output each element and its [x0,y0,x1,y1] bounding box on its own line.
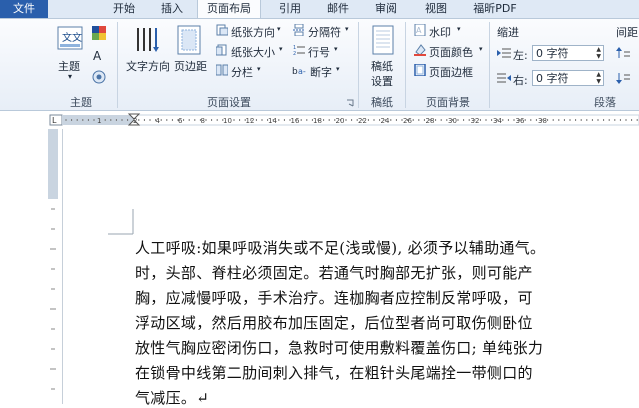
document-text-line[interactable]: 时，头部、脊柱必须固定。若通气时胸部无扩张，则可能产 [135,262,533,283]
margins-icon[interactable] [177,25,201,55]
group-separator [489,22,490,108]
ruler-number: 8 [201,117,205,125]
page-borders-label[interactable]: 页面边框 [429,64,473,80]
svg-text:L: L [52,116,57,125]
group-separator [358,22,359,108]
indent-right-label: 右: [513,74,528,87]
manuscript-label-line1[interactable]: 稿纸 [371,58,393,74]
vertical-ruler[interactable] [44,129,63,404]
orientation-dropdown-arrow[interactable]: ▾ [277,25,281,33]
indent-left-spinner-icon[interactable]: ▲ ▼ [596,46,601,60]
orientation-label[interactable]: 纸张方向 [231,24,275,40]
svg-text:文文: 文文 [62,31,82,44]
indent-right-input[interactable]: 0 字符 ▲ ▼ [532,70,604,86]
page-color-dropdown-arrow[interactable]: ▾ [479,45,483,53]
document-text-line[interactable]: 放性气胸应密闭伤口，急救时可使用敷料覆盖伤口; 单纯张力 [135,337,543,358]
ribbon-tab-bar: 文件 开始 插入 页面布局 引用 邮件 审阅 视图 福昕PDF [0,0,639,19]
watermark-icon[interactable]: A [414,23,426,37]
document-text-line[interactable]: 浮动区域，然后用胶布加压固定，后位型者尚可取伤侧卧位 [135,312,533,333]
breaks-dropdown-arrow[interactable]: ▾ [345,25,349,33]
breaks-label[interactable]: 分隔符 [308,24,341,40]
document-text-line[interactable]: 气减压。↵ [135,387,209,408]
themes-dropdown-arrow[interactable]: ▾ [68,72,72,81]
manuscript-paper-icon[interactable] [372,25,394,55]
page-size-label[interactable]: 纸张大小 [231,44,275,60]
ruler-number: 4 [156,117,161,125]
ruler-number: 2 [133,117,137,125]
spacing-after-icon [616,72,630,84]
margins-label[interactable]: 页边距 [174,58,207,74]
watermark-dropdown-arrow[interactable]: ▾ [457,25,461,33]
theme-effects-icon[interactable] [92,70,108,84]
indent-right-value: 0 字符 [536,72,569,85]
indent-right-icon [497,72,511,84]
themes-icon[interactable]: 文文 [57,26,83,54]
group-label-page-background: 页面背景 [426,96,470,109]
watermark-label[interactable]: 水印 [429,24,451,40]
indent-right-spinner-icon[interactable]: ▲ ▼ [596,71,601,85]
manuscript-label-line2[interactable]: 设置 [371,73,393,89]
group-separator [117,22,118,108]
line-numbers-icon[interactable]: 12 [293,44,305,57]
tab-file[interactable]: 文件 [0,0,48,18]
tab-view[interactable]: 视图 [414,0,458,18]
page-size-icon[interactable] [215,44,228,56]
group-separator [405,22,406,108]
indent-left-value: 0 字符 [536,47,569,60]
indent-left-label: 左: [513,49,528,62]
indent-left-input[interactable]: 0 字符 ▲ ▼ [532,45,604,61]
ruler-number: 36 [516,117,525,125]
page-setup-dialog-launcher-icon[interactable] [346,97,354,107]
tab-review[interactable]: 审阅 [364,0,408,18]
group-label-manuscript: 稿纸 [371,96,393,109]
left-margin-area [0,129,44,404]
theme-fonts-icon[interactable]: A [92,48,108,63]
line-numbers-dropdown-arrow[interactable]: ▾ [334,45,338,53]
indent-title: 缩进 [497,26,519,39]
tab-references[interactable]: 引用 [268,0,312,18]
columns-dropdown-arrow[interactable]: ▾ [257,65,261,73]
orientation-icon[interactable] [216,24,229,36]
page-borders-icon[interactable] [414,63,426,77]
line-numbers-label[interactable]: 行号 [308,44,330,60]
ruler-number: 6 [178,117,183,125]
indent-left-icon [497,47,511,59]
tab-insert[interactable]: 插入 [150,0,194,18]
ruler-number: 12 [246,117,255,125]
page-size-dropdown-arrow[interactable]: ▾ [279,45,283,53]
columns-icon[interactable] [215,64,229,76]
ruler-number: 10 [223,117,232,125]
group-label-page-setup: 页面设置 [207,96,251,109]
svg-text:2: 2 [293,51,296,56]
page-color-icon[interactable] [414,44,426,56]
horizontal-ruler[interactable]: L 12468101214161820222426283032343638 [0,111,639,130]
ruler-number: 34 [493,117,502,125]
hyphenation-dropdown-arrow[interactable]: ▾ [336,65,340,73]
ruler-number: 18 [313,117,322,125]
tab-foxit-pdf[interactable]: 福昕PDF [462,0,528,18]
tab-mailings[interactable]: 邮件 [316,0,360,18]
svg-text:A: A [93,49,102,62]
spacing-before-icon [616,47,630,59]
tab-home[interactable]: 开始 [102,0,146,18]
text-direction-icon[interactable] [133,25,161,55]
group-label-themes: 主题 [70,96,92,109]
document-text-line[interactable]: 人工呼吸:如果呼吸消失或不足(浅或慢), 必须予以辅助通气。 [135,237,545,258]
breaks-icon[interactable] [293,23,305,37]
hyphenation-label[interactable]: 断字 [310,64,332,80]
document-text-line[interactable]: 胸，应减慢呼吸，手术治疗。连枷胸者应控制反常呼吸，可 [135,287,533,308]
spacing-title: 间距 [616,26,638,39]
tab-page-layout[interactable]: 页面布局 [197,0,261,18]
group-label-paragraph: 段落 [594,96,616,109]
hyphenation-icon[interactable]: b a- [292,64,306,77]
document-text-line[interactable]: 在锁骨中线第二肋间刺入排气，在粗针头尾端拴一带侧口的 [135,362,533,383]
svg-text:A: A [416,26,422,35]
svg-text:a-: a- [298,67,306,76]
columns-label[interactable]: 分栏 [231,64,253,80]
theme-colors-icon[interactable] [92,26,108,40]
page-color-label[interactable]: 页面颜色 [429,44,473,60]
text-direction-label[interactable]: 文字方向 [126,58,170,74]
